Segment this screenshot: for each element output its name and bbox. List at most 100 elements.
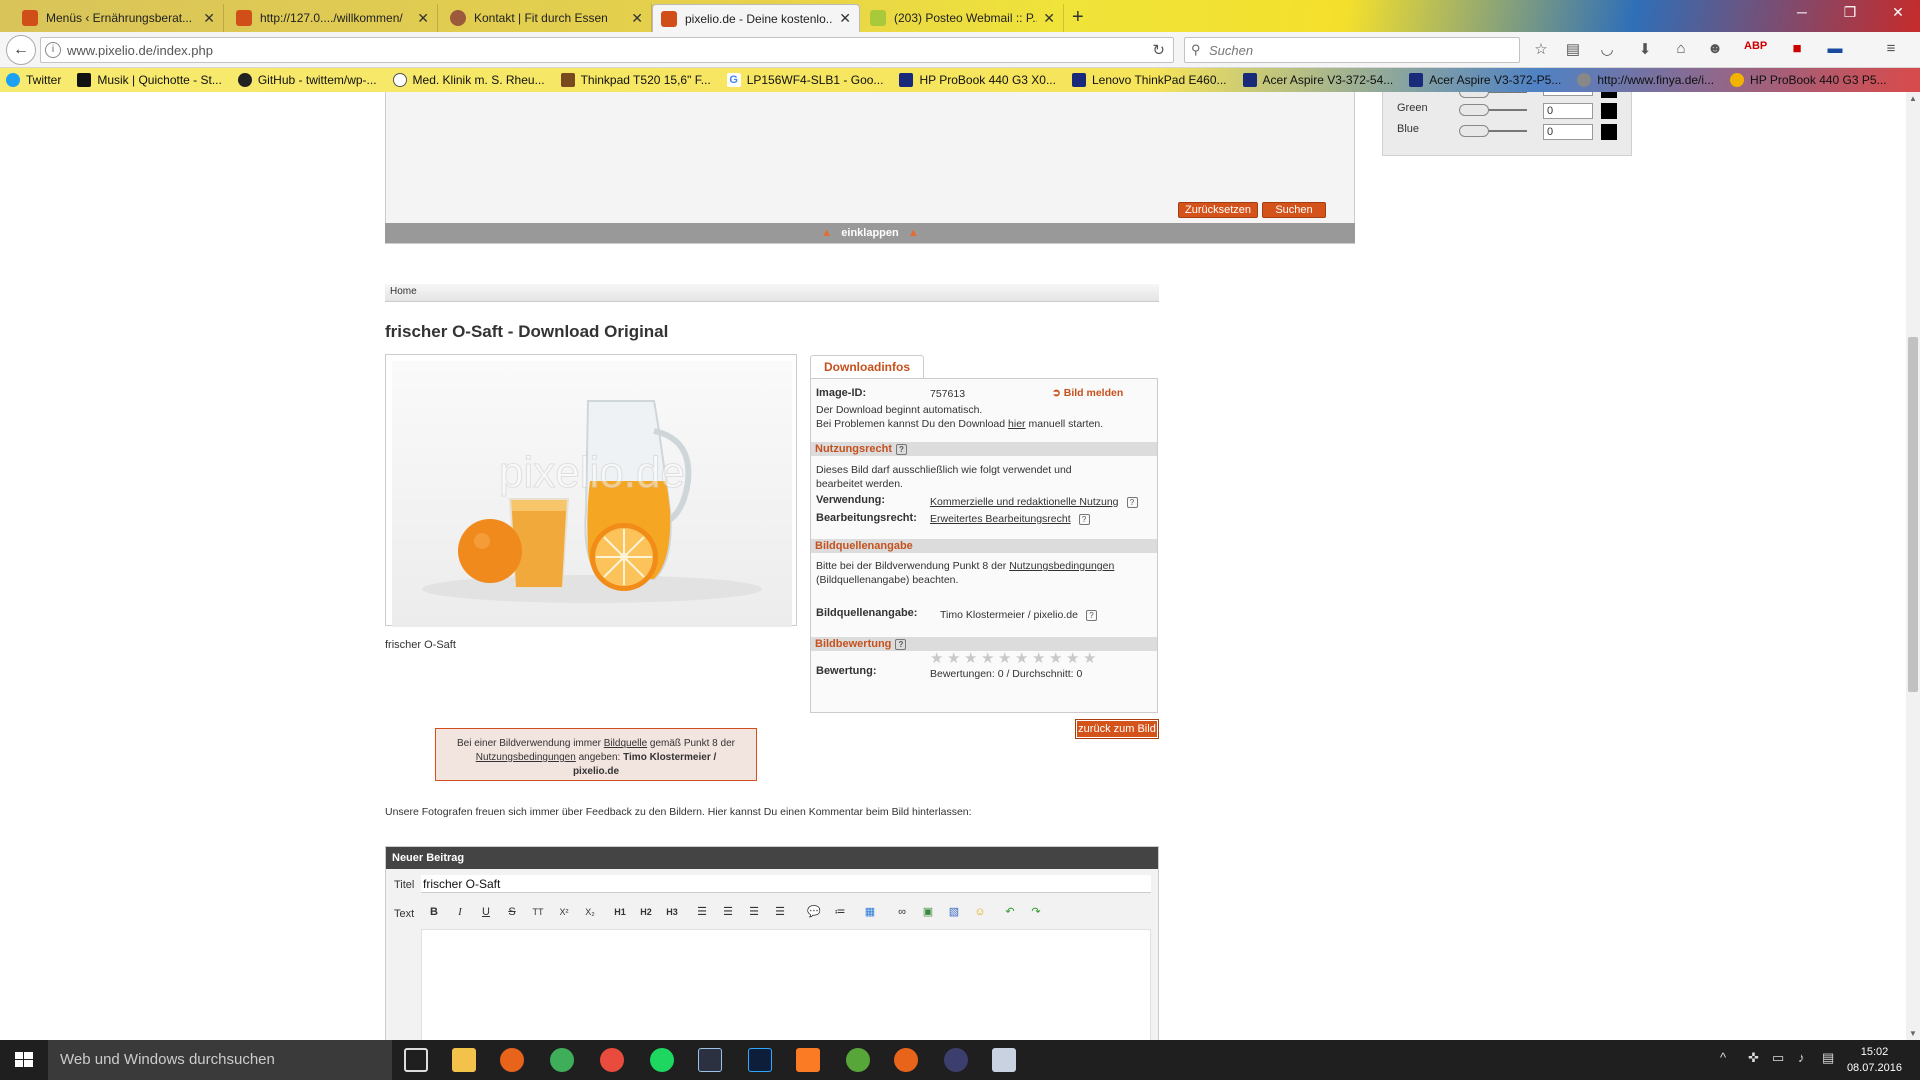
strikethrough-icon[interactable]: S <box>503 904 521 920</box>
bookmark-hp2[interactable]: HP ProBook 440 G3 P5... <box>1730 73 1887 87</box>
chrome-icon[interactable] <box>600 1048 624 1072</box>
reading-list-icon[interactable]: ▤ <box>1562 40 1584 58</box>
help-icon[interactable]: ? <box>896 443 907 455</box>
edit-value-link[interactable]: Erweitertes Bearbeitungsrecht <box>930 513 1071 525</box>
close-icon[interactable]: ✕ <box>631 10 643 27</box>
image-icon[interactable]: ▣ <box>919 904 937 920</box>
rating-star-icon[interactable]: ★ <box>1066 649 1079 667</box>
blue-slider[interactable] <box>1459 125 1527 137</box>
bookmark-finya[interactable]: http://www.finya.de/i... <box>1577 73 1714 87</box>
back-to-image-button[interactable]: zurück zum Bild <box>1075 719 1159 739</box>
file-explorer-icon[interactable] <box>452 1048 476 1072</box>
scroll-up-icon[interactable]: ▲ <box>1909 94 1917 103</box>
close-icon[interactable]: ✕ <box>203 10 215 27</box>
rating-star-icon[interactable]: ★ <box>930 649 943 667</box>
app-icon[interactable] <box>550 1048 574 1072</box>
table-icon[interactable]: ▦ <box>861 904 879 920</box>
bookmark-star-icon[interactable]: ☆ <box>1530 40 1552 58</box>
firefox-icon[interactable] <box>500 1048 524 1072</box>
red-slider[interactable] <box>1459 92 1527 98</box>
link-icon[interactable]: ∞ <box>893 904 911 920</box>
italic-icon[interactable]: I <box>451 904 469 920</box>
quote-icon[interactable]: 💬 <box>805 904 823 920</box>
search-input[interactable]: ⚲ Suchen <box>1184 37 1520 63</box>
align-right-icon[interactable]: ☰ <box>745 904 763 920</box>
chat-icon[interactable]: ☻ <box>1704 40 1726 57</box>
justify-icon[interactable]: ☰ <box>771 904 789 920</box>
bookmark-musik[interactable]: Musik | Quichotte - St... <box>77 73 222 87</box>
blue-input[interactable]: 0 <box>1543 124 1593 140</box>
close-icon[interactable]: ✕ <box>839 10 851 27</box>
bookmark-lenovo[interactable]: Lenovo ThinkPad E460... <box>1071 73 1227 87</box>
window-close-icon[interactable]: ✕ <box>1876 4 1920 21</box>
bold-icon[interactable]: B <box>425 904 443 920</box>
heading1-icon[interactable]: H1 <box>611 904 629 920</box>
lightroom-icon[interactable] <box>698 1048 722 1072</box>
use-value-link[interactable]: Kommerzielle und redaktionelle Nutzung <box>930 496 1119 508</box>
list-icon[interactable]: ≔ <box>831 904 849 920</box>
scrollbar-thumb[interactable] <box>1908 337 1918 692</box>
extension-flag-icon[interactable]: ▬ <box>1824 40 1846 57</box>
bookmark-twitter[interactable]: Twitter <box>6 73 61 87</box>
info-icon[interactable]: i <box>45 42 61 58</box>
windows-start-button[interactable] <box>0 1040 48 1080</box>
terms-link[interactable]: Nutzungsbedingungen <box>476 752 576 763</box>
home-icon[interactable]: ⌂ <box>1670 40 1692 57</box>
comment-textarea[interactable] <box>421 929 1151 1040</box>
tray-chevron-icon[interactable]: ^ <box>1720 1050 1726 1065</box>
report-image-link[interactable]: ➲ Bild melden <box>1052 386 1123 400</box>
search-button[interactable]: Suchen <box>1262 202 1326 218</box>
bookmark-klinik[interactable]: Med. Klinik m. S. Rheu... <box>392 73 545 87</box>
tab-downloadinfos[interactable]: Downloadinfos <box>810 355 924 379</box>
align-left-icon[interactable]: ☰ <box>693 904 711 920</box>
underline-icon[interactable]: U <box>477 904 495 920</box>
tab-posteo[interactable]: (203) Posteo Webmail :: P... ✕ <box>862 4 1064 32</box>
menu-icon[interactable]: ≡ <box>1880 40 1902 57</box>
pocket-icon[interactable]: ◡ <box>1596 40 1618 58</box>
terms-link[interactable]: Nutzungsbedingungen <box>1009 560 1114 572</box>
green-input[interactable]: 0 <box>1543 103 1593 119</box>
breadcrumb-home[interactable]: Home <box>390 286 417 297</box>
rating-star-icon[interactable]: ★ <box>998 649 1011 667</box>
help-icon[interactable]: ? <box>1126 496 1138 508</box>
heading2-icon[interactable]: H2 <box>637 904 655 920</box>
rating-star-icon[interactable]: ★ <box>981 649 994 667</box>
minimize-icon[interactable]: ─ <box>1780 4 1824 20</box>
network-icon[interactable]: ▭ <box>1772 1050 1784 1066</box>
bookmark-acer1[interactable]: Acer Aspire V3-372-54... <box>1242 73 1393 87</box>
rating-stars[interactable]: ★ ★ ★ ★ ★ ★ ★ ★ ★ ★ <box>930 649 1110 667</box>
bookmark-google[interactable]: G LP156WF4-SLB1 - Goo... <box>726 73 883 87</box>
utorrent-icon[interactable] <box>846 1048 870 1072</box>
scroll-down-icon[interactable]: ▼ <box>1909 1029 1917 1038</box>
reload-icon[interactable]: ↻ <box>1152 41 1165 59</box>
collapse-bar[interactable]: ▲ einklappen ▲ <box>385 223 1355 243</box>
rating-star-icon[interactable]: ★ <box>1049 649 1062 667</box>
task-view-icon[interactable] <box>404 1048 428 1072</box>
rating-star-icon[interactable]: ★ <box>964 649 977 667</box>
redo-icon[interactable]: ↷ <box>1027 904 1045 920</box>
tab-kontakt[interactable]: Kontakt | Fit durch Essen ✕ <box>442 4 652 32</box>
manual-download-link[interactable]: hier <box>1008 418 1026 430</box>
origin-icon[interactable] <box>894 1048 918 1072</box>
bookmark-thinkpad[interactable]: Thinkpad T520 15,6" F... <box>560 73 711 87</box>
page-scrollbar[interactable]: ▲ ▼ <box>1906 92 1920 1040</box>
subscript-icon[interactable]: X₂ <box>581 904 599 920</box>
download-icon[interactable]: ⬇ <box>1634 40 1656 58</box>
help-icon[interactable]: ? <box>895 638 907 650</box>
bookmark-github[interactable]: GitHub - twittem/wp-... <box>237 73 377 87</box>
superscript-icon[interactable]: X² <box>555 904 573 920</box>
rating-star-icon[interactable]: ★ <box>1015 649 1028 667</box>
orange-juice-photo[interactable]: pixelio.de <box>392 361 792 627</box>
keepass-icon[interactable] <box>944 1048 968 1072</box>
taskbar-search-input[interactable]: Web und Windows durchsuchen <box>48 1040 392 1080</box>
url-bar[interactable]: i www.pixelio.de/index.php ↻ <box>40 37 1174 63</box>
new-tab-icon[interactable]: + <box>1072 6 1084 29</box>
rating-star-icon[interactable]: ★ <box>1032 649 1045 667</box>
green-slider[interactable] <box>1459 104 1527 116</box>
help-icon[interactable]: ? <box>1078 513 1090 525</box>
extension-icon[interactable]: ■ <box>1786 40 1808 57</box>
reset-button[interactable]: Zurücksetzen <box>1178 202 1258 218</box>
smiley-icon[interactable]: ☺ <box>971 904 989 920</box>
clock[interactable]: 15:02 08.07.2016 <box>1847 1044 1902 1076</box>
maximize-icon[interactable]: ❐ <box>1828 4 1872 21</box>
